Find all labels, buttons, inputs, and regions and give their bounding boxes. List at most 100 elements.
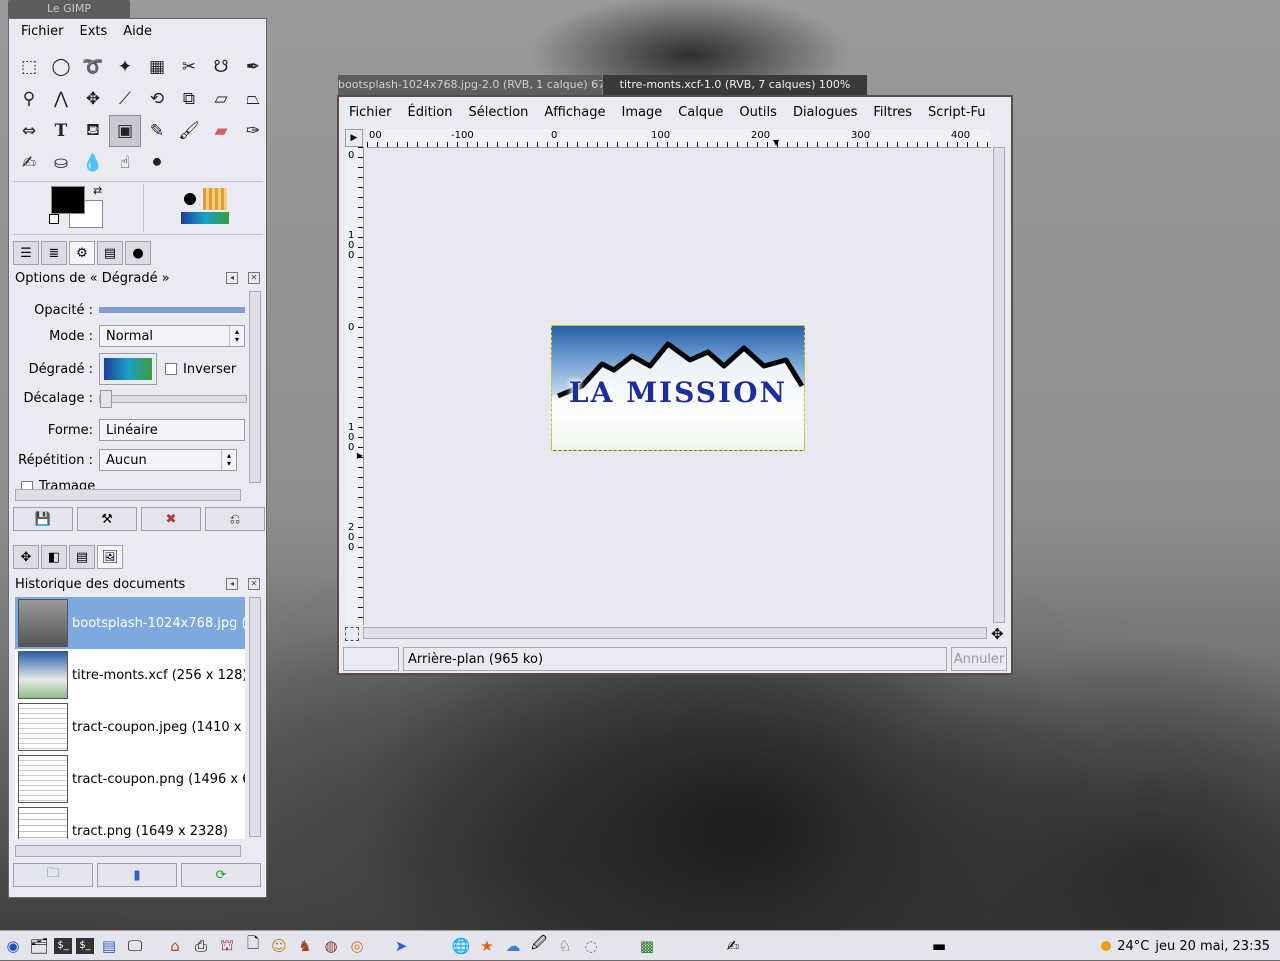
tab-layers-icon[interactable]: ☰: [13, 241, 39, 265]
color-picker-tool-icon[interactable]: ⚲: [13, 83, 45, 115]
clone-tool-icon[interactable]: ⛀: [45, 147, 77, 179]
pattern-indicator[interactable]: [203, 188, 227, 210]
ball-icon[interactable]: ◍: [320, 935, 342, 957]
ink-tool-icon[interactable]: ✍: [13, 147, 45, 179]
tab-move-icon[interactable]: ✥: [13, 545, 39, 569]
weather-temp[interactable]: 24°C: [1117, 939, 1149, 954]
menu-dialogues[interactable]: Dialogues: [785, 105, 865, 120]
eraser-tool-icon[interactable]: ▰: [205, 115, 237, 147]
cancel-button[interactable]: Annuler: [951, 647, 1007, 671]
smudge-tool-icon[interactable]: ☝: [109, 147, 141, 179]
shape-select[interactable]: Linéaire: [99, 419, 245, 441]
editor-icon[interactable]: 🖉: [528, 934, 550, 957]
rotate-tool-icon[interactable]: ⟲: [141, 83, 173, 115]
tab-brushes-icon[interactable]: ●: [125, 241, 151, 265]
tab-tool-options-icon[interactable]: ⚙: [69, 241, 95, 265]
menu-affichage[interactable]: Affichage: [536, 105, 613, 120]
tab-channels-icon[interactable]: ≣: [41, 241, 67, 265]
window-list-icon[interactable]: ▬: [928, 935, 950, 957]
window-tab-titre-monts[interactable]: titre-monts.xcf-1.0 (RVB, 7 calques) 100…: [603, 75, 867, 95]
tool-options-hscroll[interactable]: [15, 489, 241, 501]
menu-filtres[interactable]: Filtres: [865, 105, 920, 120]
weather-sun-icon[interactable]: [1101, 941, 1112, 951]
menu-calque[interactable]: Calque: [670, 105, 731, 120]
tab-document-history-icon[interactable]: 🖼: [97, 545, 123, 569]
panel-close-icon[interactable]: ✕: [248, 578, 260, 590]
gradient-button[interactable]: [99, 353, 157, 385]
flip-tool-icon[interactable]: ⇔: [13, 115, 45, 147]
zoom-tool-icon[interactable]: ⋀: [45, 83, 77, 115]
offset-slider[interactable]: [99, 389, 247, 408]
canvas-hscroll[interactable]: [363, 627, 987, 639]
blender-icon[interactable]: ◎: [346, 935, 368, 957]
list-item[interactable]: tract-coupon.jpeg (1410 x 1000): [15, 701, 245, 753]
chat-icon[interactable]: ☺: [268, 935, 290, 957]
monitor-icon[interactable]: 🖵: [124, 935, 146, 957]
list-item[interactable]: tract.png (1649 x 2328): [15, 805, 245, 839]
menu-script-fu[interactable]: Script-Fu: [920, 105, 993, 120]
system-monitor-icon[interactable]: ▩: [636, 935, 658, 957]
refresh-icon[interactable]: ⟳: [181, 863, 261, 887]
home-folder-icon[interactable]: 🗂: [28, 935, 50, 957]
menu-aide[interactable]: Aide: [115, 19, 160, 45]
doc-history-hscroll[interactable]: [15, 845, 241, 857]
terminal-root-icon[interactable]: $_: [76, 937, 94, 954]
list-item[interactable]: tract-coupon.png (1496 x 666): [15, 753, 245, 805]
pen-icon[interactable]: ✍: [722, 935, 744, 957]
crop-tool-icon[interactable]: ⟋: [109, 83, 141, 115]
list-item[interactable]: titre-monts.xcf (256 x 128): [15, 649, 245, 701]
window-tab-bootsplash[interactable]: bootsplash-1024x768.jpg-2.0 (RVB, 1 calq…: [338, 75, 602, 95]
delete-options-icon[interactable]: ✖: [141, 507, 201, 531]
messenger-icon[interactable]: ☁: [502, 935, 524, 957]
menu-outils[interactable]: Outils: [731, 105, 785, 120]
reset-options-icon[interactable]: ⎌: [205, 507, 265, 531]
repeat-select[interactable]: Aucun ▴ ▾: [99, 449, 237, 471]
move-tool-icon[interactable]: ✥: [77, 83, 109, 115]
cd-icon[interactable]: ◌: [580, 935, 602, 957]
home-icon[interactable]: ⌂: [164, 935, 186, 957]
list-item[interactable]: bootsplash-1024x768.jpg (1024 x 768): [15, 597, 245, 649]
send-icon[interactable]: ➤: [390, 935, 412, 957]
default-colors-icon[interactable]: [49, 214, 59, 224]
menu-arrow-button[interactable]: ▶: [345, 129, 363, 147]
terminal-icon[interactable]: $_: [54, 937, 72, 954]
mode-select[interactable]: Normal ▴ ▾: [99, 325, 245, 347]
menu-fichier[interactable]: Fichier: [341, 105, 400, 120]
gradient-indicator[interactable]: [181, 212, 229, 224]
blur-tool-icon[interactable]: 💧: [77, 147, 109, 179]
tab-gradient-editor-icon[interactable]: ▤: [69, 545, 95, 569]
web-browser-icon[interactable]: 🌐: [450, 935, 472, 957]
invert-checkbox[interactable]: [165, 363, 177, 375]
save-options-icon[interactable]: 💾: [13, 507, 73, 531]
perspective-tool-icon[interactable]: ⏢: [237, 83, 269, 115]
document-viewer-icon[interactable]: 🗋: [242, 934, 264, 957]
airbrush-tool-icon[interactable]: ✑: [237, 115, 269, 147]
shear-tool-icon[interactable]: ▱: [205, 83, 237, 115]
raise-image-icon[interactable]: ▮: [97, 863, 177, 887]
control-center-icon[interactable]: ▤: [98, 935, 120, 957]
printer-icon[interactable]: ⎙: [190, 935, 212, 957]
start-menu-icon[interactable]: ◉: [2, 935, 24, 957]
gimp-icon[interactable]: ♘: [554, 935, 576, 957]
tab-fg-bg-icon[interactable]: ◧: [41, 545, 67, 569]
panel-menu-icon[interactable]: ◂: [226, 272, 238, 284]
image-layer[interactable]: LA MISSION: [551, 325, 805, 451]
game-icon[interactable]: ♞: [294, 935, 316, 957]
foreground-select-tool-icon[interactable]: ☋: [205, 51, 237, 83]
menu-image[interactable]: Image: [613, 105, 670, 120]
menu-edition[interactable]: Édition: [400, 105, 461, 120]
rect-select-tool-icon[interactable]: ⬚: [13, 51, 45, 83]
menu-selection[interactable]: Sélection: [460, 105, 536, 120]
navigate-icon[interactable]: ✥: [991, 625, 1004, 643]
scale-tool-icon[interactable]: ⧉: [173, 83, 205, 115]
panel-menu-icon[interactable]: ◂: [226, 578, 238, 590]
restore-options-icon[interactable]: ⚒: [77, 507, 137, 531]
image-canvas[interactable]: LA MISSION: [364, 148, 991, 625]
paintbrush-tool-icon[interactable]: 🖌: [173, 115, 205, 147]
clock[interactable]: jeu 20 mai, 23:35: [1155, 939, 1270, 954]
scissors-tool-icon[interactable]: ✂: [173, 51, 205, 83]
color-select-tool-icon[interactable]: ▦: [141, 51, 173, 83]
toolbox-titlebar[interactable]: Le GIMP: [8, 0, 130, 18]
doc-history-vscroll[interactable]: [249, 597, 261, 837]
ellipse-select-tool-icon[interactable]: ◯: [45, 51, 77, 83]
